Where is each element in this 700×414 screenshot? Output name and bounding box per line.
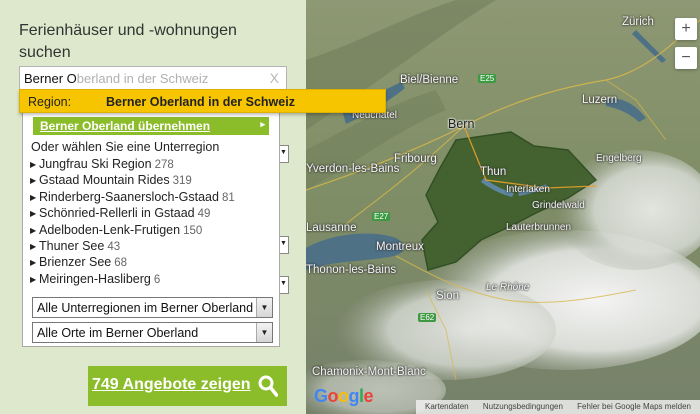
triangle-right-icon: ▶ (30, 160, 37, 169)
map-label-lausanne: Lausanne (306, 222, 357, 234)
suggestion-value: Berner Oberland in der Schweiz (106, 95, 295, 109)
map-label-luzern: Luzern (582, 94, 618, 106)
hidden-select-arrow[interactable] (280, 276, 289, 294)
subregion-item[interactable]: ▶ Brienzer See 68 (30, 254, 275, 270)
zoom-out-button[interactable]: − (675, 47, 697, 69)
map-label-bern: Bern (448, 117, 475, 131)
map-label-rhone: Le Rhône (486, 282, 530, 293)
road-shield: E25 (478, 74, 497, 83)
chevron-down-icon: ▼ (256, 298, 272, 317)
search-panel: Ferienhäuser und -wohnungen suchen Berne… (0, 0, 386, 414)
triangle-right-icon: ▶ (30, 192, 37, 202)
triangle-right-icon: ▶ (30, 176, 37, 186)
triangle-right-icon: ▶ (30, 225, 37, 235)
map-label-yverdon: Yverdon-les-Bains (306, 163, 400, 175)
place-select[interactable]: Alle Orte im Berner Oberland ▼ (32, 322, 273, 343)
map-terrain (306, 0, 700, 414)
subregion-heading: Oder wählen Sie eine Unterregion (31, 140, 220, 154)
show-offers-button[interactable]: 749 Angebote zeigen (88, 366, 287, 406)
region-dropdown: Berner Oberland übernehmen ▸ Oder wählen… (22, 109, 280, 347)
subregion-item[interactable]: ▶ Adelboden-Lenk-Frutigen 150 (30, 222, 275, 238)
subregion-item[interactable]: ▶ Meiringen-Hasliberg 6 (30, 271, 275, 287)
clear-search-button[interactable]: X (270, 70, 279, 86)
subregion-item[interactable]: ▶ Schönried-Rellerli in Gstaad 49 (30, 205, 275, 221)
chevron-down-icon: ▼ (256, 323, 272, 342)
zoom-in-button[interactable]: + (675, 18, 697, 40)
subregion-item[interactable]: ▶ Thuner See 43 (30, 238, 275, 254)
subregion-item[interactable]: ▶ Gstaad Mountain Rides 319 (30, 172, 275, 188)
road-shield: E62 (418, 313, 437, 322)
map-attribution: Kartendaten Nutzungsbedingungen Fehler b… (416, 400, 700, 414)
triangle-right-icon: ▶ (30, 209, 37, 219)
map-label-interlaken: Interlaken (506, 184, 550, 195)
region-search-input[interactable]: Berner Oberland in der Schweiz Berner O … (19, 66, 287, 90)
panel-title: Ferienhäuser und -wohnungen suchen (19, 22, 237, 61)
road-shield: E27 (372, 212, 391, 221)
triangle-right-icon: ▶ (30, 241, 37, 251)
hidden-select-arrow[interactable] (280, 236, 289, 254)
arrow-right-icon: ▸ (260, 119, 265, 129)
map-label-grindelwald: Grindelwald (532, 200, 585, 211)
map-data-link[interactable]: Kartendaten (425, 402, 469, 411)
map-label-chamonix: Chamonix-Mont-Blanc (312, 366, 426, 378)
terms-link[interactable]: Nutzungsbedingungen (483, 402, 563, 411)
google-logo[interactable]: Google (314, 386, 374, 407)
map-label-zurich: Zürich (622, 16, 654, 28)
map-label-fribourg: Fribourg (394, 153, 437, 165)
triangle-right-icon: ▶ (30, 258, 37, 268)
subregion-select[interactable]: Alle Unterregionen im Berner Oberland ▼ (32, 297, 273, 318)
subregion-item[interactable]: ▶ Jungfrau Ski Region 278 (30, 156, 275, 172)
map-label-thonon: Thonon-les-Bains (306, 264, 397, 276)
map-label-biel: Biel/Bienne (400, 74, 459, 86)
subregion-list: ▶ Jungfrau Ski Region 278 ▶ Gstaad Mountain… (30, 156, 275, 287)
search-icon (258, 375, 278, 397)
take-region-button[interactable]: Berner Oberland übernehmen ▸ (33, 117, 269, 135)
map-label-lauterbrunnen: Lauterbrunnen (506, 222, 572, 233)
map-label-engelberg: Engelberg (596, 153, 642, 164)
triangle-right-icon: ▶ (30, 274, 37, 284)
google-map[interactable]: Zürich Biel/Bienne Luzern Neuchâtel Bern… (306, 0, 700, 414)
search-typed-text: Berner O (24, 71, 77, 86)
map-label-montreux: Montreux (376, 241, 424, 253)
subregion-item[interactable]: ▶ Rinderberg-Saanersloch-Gstaad 81 (30, 189, 275, 205)
hidden-select-arrow[interactable] (280, 145, 289, 163)
report-error-link[interactable]: Fehler bei Google Maps melden (577, 402, 691, 411)
map-label-thun: Thun (480, 166, 507, 178)
suggestion-type-label: Region: (28, 95, 72, 109)
map-label-sion: Sion (436, 290, 460, 302)
autocomplete-suggestion[interactable]: Region: Berner Oberland in der Schweiz (19, 89, 386, 113)
